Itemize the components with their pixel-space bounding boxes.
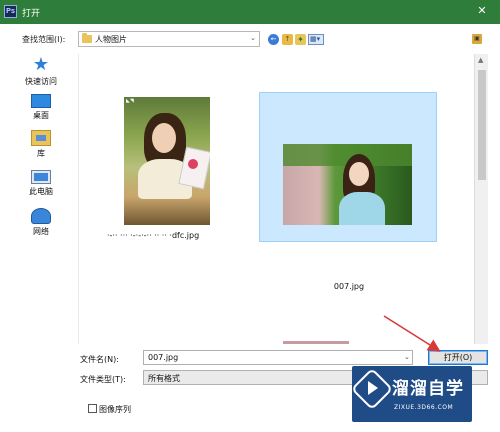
file-name-input[interactable]: 007.jpg <box>143 350 413 365</box>
look-in-combo[interactable]: 人物图片 ⌄ <box>78 31 260 47</box>
watermark-logo: 溜溜自学 ZIXUE.3D66.COM <box>350 366 472 422</box>
close-button[interactable]: ✕ <box>470 2 494 20</box>
view-menu-icon[interactable]: ▦▾ <box>308 34 324 45</box>
file-list-view[interactable]: ◣◥ ·-·· ··· ·-·-·-·· ·· ·· ·dfc.jpg 007.… <box>78 54 488 344</box>
place-label: 库 <box>37 149 45 158</box>
photo-thumbnail: ◣◥ <box>124 97 210 225</box>
back-icon[interactable]: ← <box>268 34 279 45</box>
file-name-label: 文件名(N): <box>80 355 119 364</box>
place-label: 网络 <box>33 227 49 236</box>
place-label: 此电脑 <box>29 187 53 196</box>
place-network[interactable]: 网络 <box>8 208 74 237</box>
toolbar: 查找范围(I): 人物图片 ⌄ ← ↑ ✦ ▦▾ ▣ <box>0 24 500 54</box>
computer-icon <box>31 170 51 184</box>
star-icon: ★ <box>32 54 50 75</box>
place-quick-access[interactable]: ★ 快速访问 <box>8 56 74 87</box>
up-folder-icon[interactable]: ↑ <box>282 34 293 45</box>
places-sidebar: ★ 快速访问 桌面 库 此电脑 网络 <box>0 54 80 344</box>
vertical-scrollbar[interactable]: ▲ <box>474 54 488 344</box>
watermark-text: 溜溜自学 <box>392 379 464 399</box>
file-item[interactable]: ◣◥ ·-·· ··· ·-·-·-·· ·· ·· ·dfc.jpg <box>107 84 227 252</box>
new-folder-icon[interactable]: ✦ <box>295 34 306 45</box>
chevron-down-icon: ⌄ <box>250 34 256 42</box>
place-label: 桌面 <box>33 111 49 120</box>
file-item-selected[interactable]: 007.jpg <box>259 92 437 291</box>
place-label: 快速访问 <box>25 77 57 86</box>
folder-icon <box>82 33 92 43</box>
file-name: 007.jpg <box>333 282 365 291</box>
place-library[interactable]: 库 <box>8 130 74 159</box>
watermark-url: ZIXUE.3D66.COM <box>394 404 454 411</box>
image-sequence-label: 图像序列 <box>99 405 131 414</box>
desktop-icon <box>31 94 51 108</box>
photoshop-app-icon: Ps <box>4 5 17 18</box>
open-button[interactable]: 打开(O) <box>428 350 488 365</box>
place-this-pc[interactable]: 此电脑 <box>8 170 74 197</box>
file-type-label: 文件类型(T): <box>80 375 126 384</box>
image-sequence-checkbox[interactable] <box>88 404 97 413</box>
look-in-value: 人物图片 <box>95 35 127 44</box>
place-desktop[interactable]: 桌面 <box>8 94 74 121</box>
network-icon <box>31 208 51 224</box>
scrollbar-thumb[interactable] <box>478 70 486 180</box>
window-title: 打开 <box>22 9 41 19</box>
file-name: ·-·· ··· ·-·-·-·· ·· ·· ·dfc.jpg <box>107 231 200 240</box>
look-in-label: 查找范围(I): <box>22 35 66 44</box>
tools-icon[interactable]: ▣ <box>472 34 482 44</box>
photo-thumbnail <box>283 144 412 225</box>
library-icon <box>31 130 51 146</box>
photo-mark: ◣◥ <box>126 98 134 104</box>
title-bar: Ps 打开 ✕ <box>0 0 500 24</box>
scroll-up-icon[interactable]: ▲ <box>478 56 483 64</box>
play-icon <box>368 381 378 395</box>
chevron-down-icon[interactable]: ⌄ <box>404 353 410 361</box>
